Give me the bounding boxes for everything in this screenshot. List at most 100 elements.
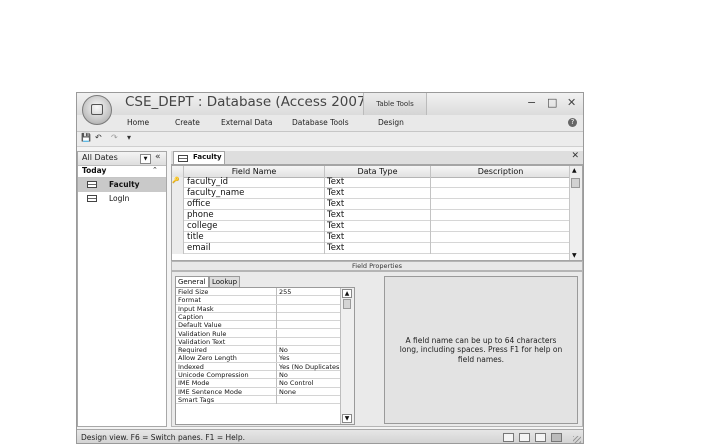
scroll-up-icon[interactable]: ▲: [572, 167, 577, 174]
pivotchart-view-icon[interactable]: [535, 433, 546, 442]
row-selector[interactable]: [172, 210, 184, 221]
nav-item-faculty[interactable]: Faculty: [78, 178, 166, 192]
office-button[interactable]: [82, 95, 112, 125]
customize-toolbar-icon[interactable]: ▾: [127, 133, 131, 142]
chevron-up-icon[interactable]: ⌃: [152, 166, 158, 174]
minimize-button[interactable]: −: [527, 96, 536, 109]
nav-collapse-icon[interactable]: «: [155, 152, 161, 162]
row-selector[interactable]: [172, 221, 184, 232]
property-row[interactable]: IME Mode No Control: [176, 379, 342, 388]
tab-external-data[interactable]: External Data: [221, 118, 272, 127]
table-row[interactable]: phone Text: [172, 210, 570, 221]
data-type-cell[interactable]: Text: [327, 188, 344, 199]
property-row[interactable]: Validation Text: [176, 337, 342, 347]
property-row[interactable]: Validation Rule: [176, 329, 342, 338]
redo-icon[interactable]: ↷: [111, 133, 118, 142]
document-tab-faculty[interactable]: Faculty: [173, 151, 225, 164]
resize-grip-icon[interactable]: [573, 436, 581, 443]
document-tab-bar: Faculty ✕: [171, 151, 583, 165]
row-selector-header[interactable]: [172, 166, 184, 177]
grid-vertical-scrollbar[interactable]: ▲ ▼: [569, 166, 582, 260]
nav-group-today[interactable]: Today ⌃: [78, 166, 166, 178]
nav-pane-header[interactable]: All Dates ▼ «: [78, 152, 166, 166]
close-button[interactable]: ✕: [567, 96, 576, 109]
scroll-thumb[interactable]: [343, 299, 351, 309]
field-name-cell[interactable]: title: [187, 232, 204, 243]
close-document-icon[interactable]: ✕: [571, 151, 579, 161]
property-row[interactable]: Default Value: [176, 321, 342, 330]
field-name-cell[interactable]: email: [187, 243, 210, 254]
primary-key-icon[interactable]: 🔑: [172, 177, 184, 188]
property-row[interactable]: IME Sentence Mode None: [176, 387, 342, 396]
property-row[interactable]: Caption: [176, 312, 342, 322]
property-value[interactable]: 255: [279, 288, 291, 296]
tab-create[interactable]: Create: [175, 118, 200, 127]
scroll-down-icon[interactable]: ▼: [572, 252, 577, 259]
field-name-cell[interactable]: office: [187, 199, 210, 210]
table-row[interactable]: title Text: [172, 232, 570, 243]
data-type-cell[interactable]: Text: [327, 232, 344, 243]
row-selector[interactable]: [172, 243, 184, 254]
row-selector[interactable]: [172, 199, 184, 210]
data-type-cell[interactable]: Text: [327, 243, 344, 254]
document-tab-label: Faculty: [193, 153, 222, 161]
property-value[interactable]: No: [279, 346, 288, 354]
status-text: Design view. F6 = Switch panes. F1 = Hel…: [81, 433, 245, 442]
tab-home[interactable]: Home: [127, 118, 149, 127]
scroll-thumb[interactable]: [571, 178, 580, 188]
property-value[interactable]: No Control: [279, 379, 313, 387]
table-row[interactable]: office Text: [172, 199, 570, 210]
row-selector[interactable]: [172, 188, 184, 199]
data-type-cell[interactable]: Text: [327, 199, 344, 210]
cell-divider: [276, 321, 277, 330]
property-name: Smart Tags: [178, 395, 215, 404]
datasheet-view-icon[interactable]: [503, 433, 514, 442]
property-row[interactable]: Format: [176, 296, 342, 305]
tab-lookup[interactable]: Lookup: [209, 276, 241, 287]
property-row[interactable]: Allow Zero Length Yes: [176, 354, 342, 363]
field-name-cell[interactable]: faculty_id: [187, 177, 228, 188]
undo-icon[interactable]: ↶: [95, 133, 102, 142]
property-row[interactable]: Input Mask: [176, 304, 342, 313]
row-selector[interactable]: [172, 232, 184, 243]
cell-divider: [276, 337, 277, 346]
property-row[interactable]: Smart Tags: [176, 395, 342, 405]
property-row[interactable]: Unicode Compression No: [176, 371, 342, 380]
scroll-up-icon[interactable]: ▲: [342, 289, 352, 298]
scroll-down-icon[interactable]: ▼: [342, 414, 352, 423]
table-row[interactable]: faculty_name Text: [172, 188, 570, 199]
field-name-cell[interactable]: college: [187, 221, 217, 232]
pivottable-view-icon[interactable]: [519, 433, 530, 442]
table-row[interactable]: college Text: [172, 221, 570, 232]
save-icon[interactable]: 💾: [81, 133, 91, 142]
table-icon: [178, 155, 188, 162]
table-row[interactable]: email Text: [172, 243, 570, 254]
table-design-grid: Field Name Data Type Description 🔑 facul…: [171, 165, 583, 261]
table-row[interactable]: 🔑 faculty_id Text: [172, 177, 570, 188]
data-type-cell[interactable]: Text: [327, 210, 344, 221]
design-view-icon[interactable]: [551, 433, 562, 442]
cell-divider: [276, 387, 277, 396]
property-value[interactable]: Yes: [279, 354, 290, 362]
property-row[interactable]: Indexed Yes (No Duplicates): [176, 362, 342, 371]
tab-general[interactable]: General: [175, 276, 209, 287]
nav-item-label: Faculty: [109, 180, 140, 189]
property-row[interactable]: Required No: [176, 346, 342, 355]
data-type-cell[interactable]: Text: [327, 177, 344, 188]
field-properties-header: Field Properties: [171, 261, 583, 271]
property-value[interactable]: None: [279, 388, 296, 396]
maximize-button[interactable]: □: [547, 96, 557, 109]
quick-access-toolbar: 💾 ↶ ↷ ▾: [77, 132, 583, 147]
nav-item-login[interactable]: LogIn: [78, 192, 166, 206]
nav-dropdown-icon[interactable]: ▼: [140, 154, 151, 164]
properties-scrollbar[interactable]: ▲ ▼: [340, 288, 354, 424]
tab-database-tools[interactable]: Database Tools: [292, 118, 349, 127]
field-name-cell[interactable]: phone: [187, 210, 214, 221]
property-value[interactable]: Yes (No Duplicates): [279, 363, 342, 371]
property-row[interactable]: Field Size 255: [176, 288, 342, 297]
property-value[interactable]: No: [279, 371, 288, 379]
tab-design[interactable]: Design: [378, 118, 404, 127]
help-icon[interactable]: ?: [568, 118, 577, 127]
data-type-cell[interactable]: Text: [327, 221, 344, 232]
field-name-cell[interactable]: faculty_name: [187, 188, 244, 199]
